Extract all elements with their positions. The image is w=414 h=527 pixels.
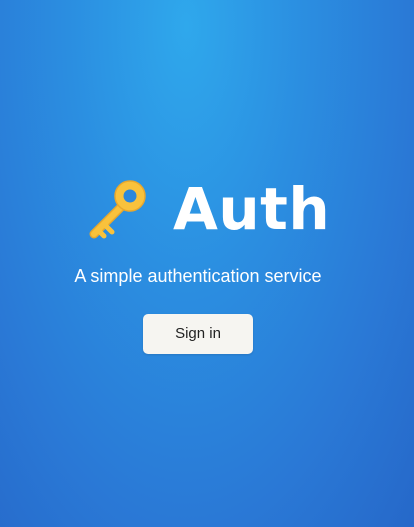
title-row: Auth — [84, 172, 344, 246]
tagline: A simple authentication service — [74, 266, 322, 286]
sign-in-button[interactable]: Sign in — [143, 314, 253, 354]
app-title: Auth — [173, 175, 331, 243]
key-icon — [84, 176, 150, 242]
hero-section: Auth A simple authentication service Sig… — [0, 0, 414, 527]
